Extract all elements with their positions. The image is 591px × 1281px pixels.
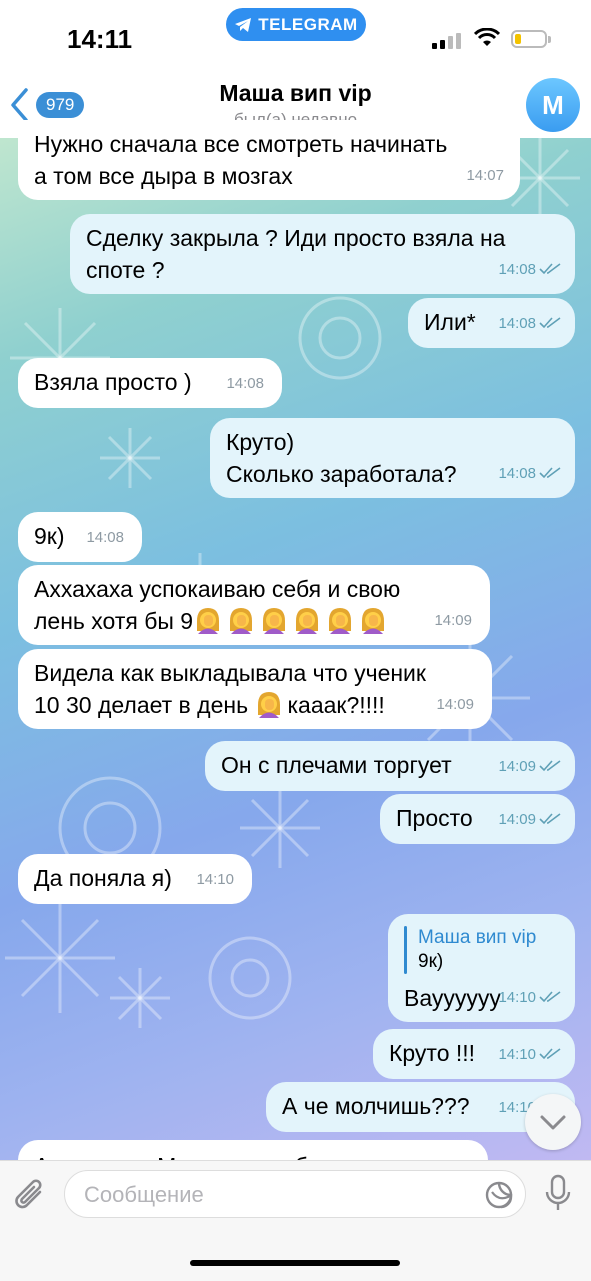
- message-bubble[interactable]: Нужно сначала все смотреть начинать а то…: [18, 120, 520, 200]
- reply-quote-bar: [404, 926, 407, 974]
- avatar[interactable]: М: [526, 78, 580, 132]
- sticker-icon[interactable]: [484, 1180, 514, 1210]
- read-checkmarks-icon: [539, 760, 561, 772]
- read-checkmarks-icon: [539, 317, 561, 329]
- read-checkmarks-icon: [539, 813, 561, 825]
- message-time: 14:10: [498, 989, 536, 1006]
- message-time: 14:10: [498, 1046, 536, 1063]
- message-bubble[interactable]: Просто 14:09: [380, 794, 575, 844]
- woman-facepalming-emoji: [296, 608, 319, 634]
- woman-facepalming-emoji: [258, 692, 281, 718]
- woman-facepalming-emoji: [362, 608, 385, 634]
- chevron-down-icon: [540, 1115, 566, 1130]
- contact-name[interactable]: Маша вип vip: [0, 80, 591, 107]
- message-time: 14:09: [434, 612, 472, 629]
- message-time: 14:08: [498, 465, 536, 482]
- battery-icon: [511, 30, 551, 48]
- microphone-icon[interactable]: [544, 1174, 572, 1214]
- message-time: 14:08: [498, 261, 536, 278]
- message-bubble[interactable]: Он с плечами торгует 14:09: [205, 741, 575, 791]
- message-time: 14:08: [86, 529, 124, 546]
- message-bubble[interactable]: Взяла просто ) 14:08: [18, 358, 282, 408]
- woman-facepalming-emoji: [329, 608, 352, 634]
- message-text: лень хотя бы 9: [34, 608, 194, 634]
- message-text: Круто): [226, 429, 295, 455]
- read-checkmarks-icon: [539, 991, 561, 1003]
- telegram-icon: [235, 17, 252, 32]
- reply-text: 9к): [418, 951, 444, 972]
- message-time: 14:09: [498, 758, 536, 775]
- message-bubble[interactable]: Видела как выкладывала что ученик 10 30 …: [18, 649, 492, 729]
- message-bubble[interactable]: Да поняла я) 14:10: [18, 854, 252, 904]
- message-time: 14:09: [436, 696, 474, 713]
- message-bubble[interactable]: 9к) 14:08: [18, 512, 142, 562]
- message-time: 14:09: [498, 811, 536, 828]
- message-bubble[interactable]: Или* 14:08: [408, 298, 575, 348]
- message-time: 14:07: [466, 167, 504, 184]
- message-text: споте ?: [86, 257, 165, 283]
- woman-facepalming-emoji: [230, 608, 253, 634]
- message-text: Сделку закрыла ? Иди просто взяла на: [86, 225, 506, 251]
- message-text: А тренинге Мария даже без них не: [34, 1150, 472, 1160]
- message-bubble[interactable]: Круто !!! 14:10: [373, 1029, 575, 1079]
- woman-facepalming-emoji: [263, 608, 286, 634]
- woman-facepalming-emoji: [197, 608, 220, 634]
- read-checkmarks-icon: [539, 467, 561, 479]
- message-text: Видела как выкладывала что ученик: [34, 660, 426, 686]
- message-bubble[interactable]: А тренинге Мария даже без них не: [18, 1140, 488, 1160]
- message-text: Аххахаха успокаиваю себя и свою: [34, 576, 401, 602]
- status-time: 14:11: [67, 24, 133, 54]
- read-checkmarks-icon: [539, 1048, 561, 1060]
- scroll-down-button[interactable]: [525, 1094, 581, 1150]
- message-input-placeholder: Сообщение: [84, 1182, 204, 1207]
- message-text: 10 30 делает в день: [34, 692, 249, 718]
- home-indicator: [190, 1260, 400, 1266]
- paperclip-icon[interactable]: [14, 1176, 48, 1214]
- message-text: а том все дыра в мозгах: [34, 163, 293, 189]
- message-text: Нужно сначала все смотреть начинать: [34, 131, 448, 157]
- telegram-pill-label: TELEGRAM: [258, 14, 358, 34]
- message-text: кааак?!!!!: [287, 692, 385, 718]
- message-bubble[interactable]: Маша вип vip 9к) Вауууууу 14:10: [388, 914, 575, 1022]
- message-time: 14:08: [498, 315, 536, 332]
- message-bubble[interactable]: Аххахаха успокаиваю себя и свою лень хот…: [18, 565, 490, 645]
- signal-icon: [432, 33, 461, 49]
- telegram-pill[interactable]: TELEGRAM: [226, 8, 366, 41]
- message-time: 14:10: [196, 871, 234, 888]
- message-time: 14:08: [226, 375, 264, 392]
- emoji-row: [254, 692, 287, 718]
- wifi-icon: [474, 28, 500, 46]
- emoji-row: [193, 608, 391, 634]
- read-checkmarks-icon: [539, 263, 561, 275]
- message-bubble[interactable]: Сделку закрыла ? Иди просто взяла на спо…: [70, 214, 575, 294]
- message-text: Вауууууу: [404, 985, 501, 1011]
- message-bubble[interactable]: Круто) Сколько заработала? 14:08: [210, 418, 575, 498]
- status-bar: 14:11 TELEGRAM: [0, 0, 591, 62]
